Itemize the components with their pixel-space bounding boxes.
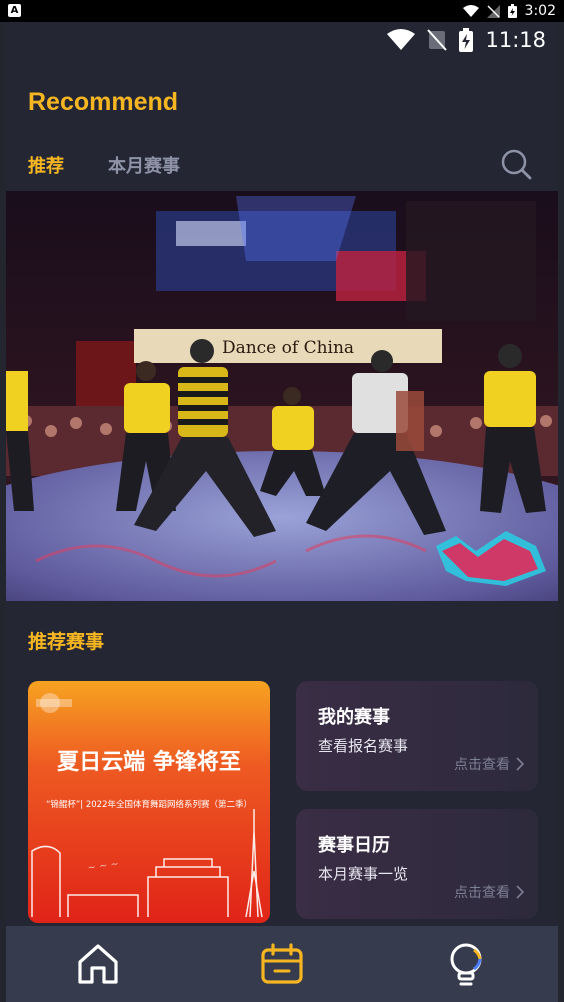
status-bar-right: 11:18 bbox=[387, 28, 546, 52]
event-calendar-card[interactable]: 赛事日历 本月赛事一览 点击查看 bbox=[296, 809, 538, 919]
page-title: Recommend bbox=[28, 88, 179, 116]
wifi-icon bbox=[462, 4, 479, 17]
poster-subtitle: “锦鲲杯”| 2022年全国体育舞蹈网络系列赛（第二季） bbox=[46, 799, 252, 810]
battery-icon bbox=[507, 4, 517, 18]
card-title: 赛事日历 bbox=[318, 835, 390, 856]
battery-charging-icon bbox=[459, 28, 474, 52]
card-link-label: 点击查看 bbox=[454, 757, 510, 773]
card-subtitle: 查看报名赛事 bbox=[318, 737, 409, 755]
tab-recommend[interactable]: 推荐 bbox=[28, 152, 64, 178]
card-link-label: 点击查看 bbox=[454, 885, 510, 901]
banner-carousel[interactable]: Dance of China bbox=[6, 191, 558, 601]
status-time: 11:18 bbox=[485, 28, 546, 52]
notification-icon: A bbox=[8, 4, 21, 17]
card-title: 我的赛事 bbox=[318, 707, 390, 728]
card-link[interactable]: 点击查看 bbox=[454, 882, 524, 902]
tab-this-month[interactable]: 本月赛事 bbox=[108, 152, 180, 178]
card-subtitle: 本月赛事一览 bbox=[318, 865, 409, 883]
calendar-icon[interactable] bbox=[258, 940, 306, 988]
status-bar: 11:18 bbox=[6, 22, 558, 62]
app-screen: 11:18 Recommend 推荐 本月赛事 Dance of China 推… bbox=[6, 22, 558, 1002]
featured-event-poster[interactable]: 夏日云端 争锋将至 “锦鲲杯”| 2022年全国体育舞蹈网络系列赛（第二季） ~… bbox=[28, 681, 270, 923]
system-time: 3:02 bbox=[524, 3, 556, 19]
chevron-right-icon bbox=[516, 757, 524, 771]
poster-headline: 夏日云端 争锋将至 bbox=[57, 749, 241, 775]
section-title: 推荐赛事 bbox=[28, 631, 105, 653]
banner-sign-text: Dance of China bbox=[222, 338, 354, 358]
card-link[interactable]: 点击查看 bbox=[454, 754, 524, 774]
bottom-navigation bbox=[6, 926, 558, 1002]
chevron-right-icon bbox=[516, 885, 524, 899]
my-events-card[interactable]: 我的赛事 查看报名赛事 点击查看 bbox=[296, 681, 538, 791]
signal-off-icon bbox=[486, 4, 500, 18]
system-status-right: 3:02 bbox=[462, 2, 556, 20]
tab-bar: 推荐 本月赛事 bbox=[28, 152, 180, 178]
bulb-icon[interactable] bbox=[442, 940, 490, 988]
system-status-bar: A 3:02 bbox=[0, 0, 564, 22]
wifi-icon bbox=[387, 29, 416, 50]
poster-image: 夏日云端 争锋将至 “锦鲲杯”| 2022年全国体育舞蹈网络系列赛（第二季） ~… bbox=[28, 681, 270, 923]
banner-image: Dance of China bbox=[6, 191, 558, 601]
signal-off-icon bbox=[427, 29, 448, 51]
search-icon[interactable] bbox=[500, 148, 532, 180]
home-icon[interactable] bbox=[74, 940, 122, 988]
